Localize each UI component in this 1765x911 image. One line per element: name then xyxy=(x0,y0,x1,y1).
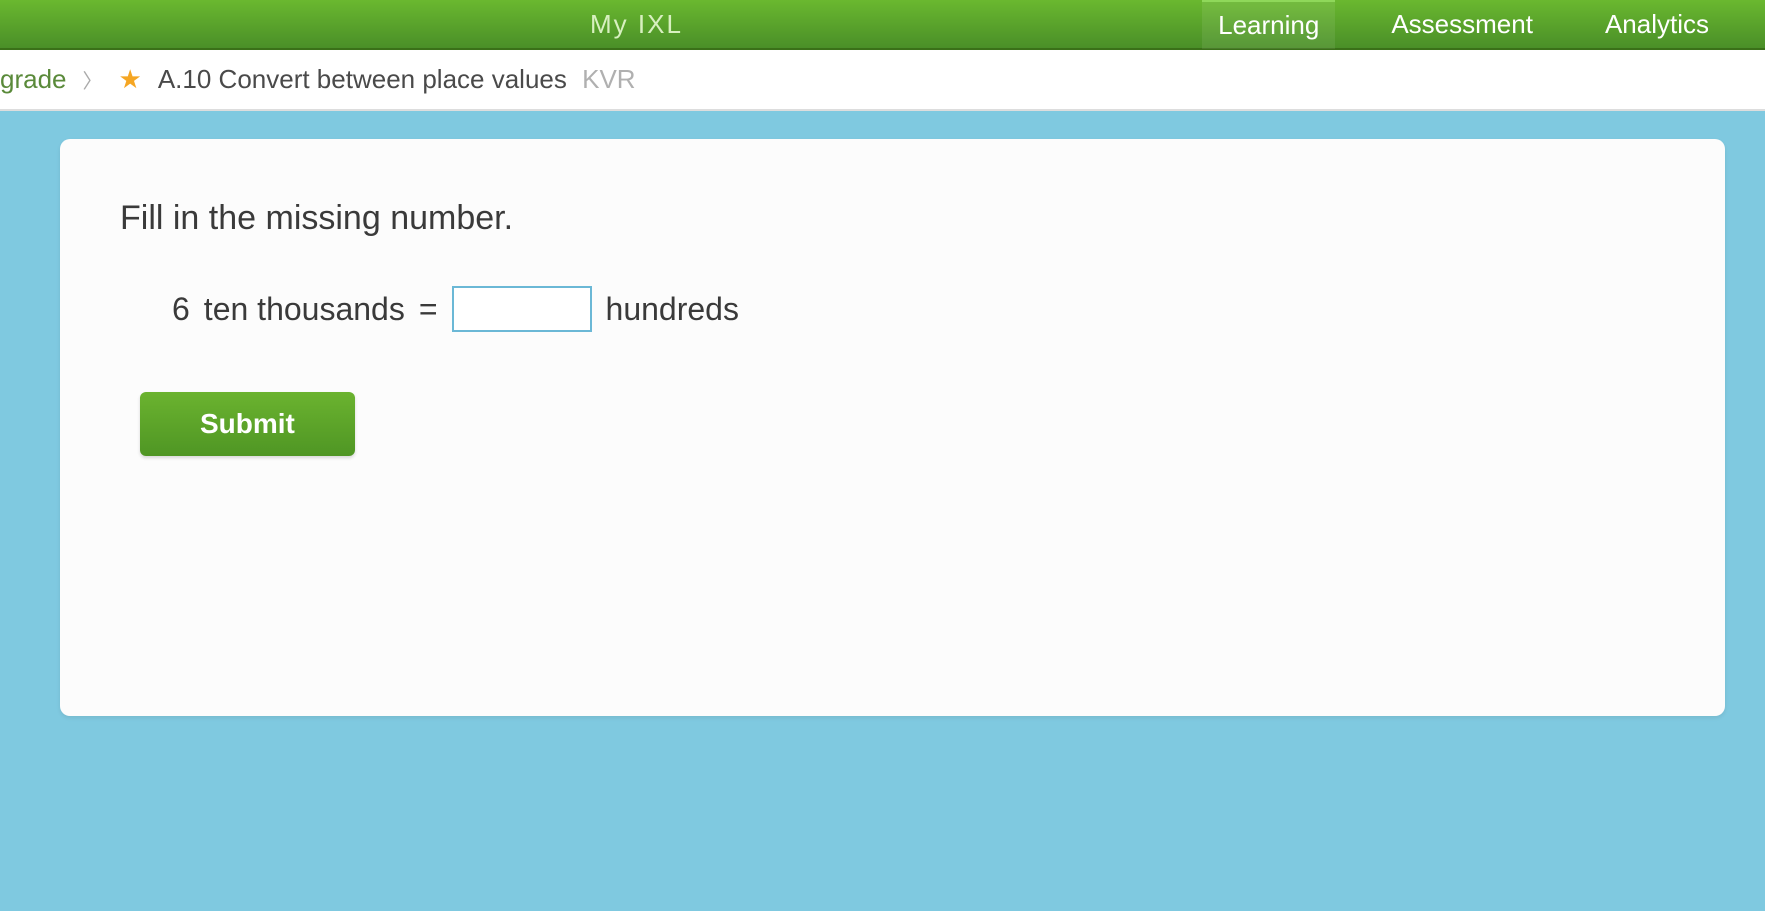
question-prompt: Fill in the missing number. xyxy=(120,199,1665,238)
top-nav: My IXL Learning Assessment Analytics xyxy=(0,0,1765,50)
skill-title: A.10 Convert between place values KVR xyxy=(158,64,636,95)
skill-number: A.10 xyxy=(158,64,212,94)
equation-row: 6 ten thousands = hundreds xyxy=(172,286,1665,332)
chevron-right-icon: 〉 xyxy=(83,65,103,94)
nav-tab-assessment[interactable]: Assessment xyxy=(1375,1,1549,48)
answer-input[interactable] xyxy=(452,286,592,332)
right-unit: hundreds xyxy=(606,291,739,328)
nav-tab-analytics[interactable]: Analytics xyxy=(1589,1,1725,48)
star-icon[interactable]: ★ xyxy=(119,64,142,95)
skill-code: KVR xyxy=(582,64,635,94)
question-card: Fill in the missing number. 6 ten thousa… xyxy=(60,139,1725,716)
brand-label: My IXL xyxy=(590,9,683,40)
submit-button[interactable]: Submit xyxy=(140,392,355,456)
content-area: Fill in the missing number. 6 ten thousa… xyxy=(0,111,1765,911)
breadcrumb-grade[interactable]: grade xyxy=(0,64,67,95)
equals-sign: = xyxy=(419,291,438,328)
left-quantity: 6 xyxy=(172,291,190,328)
skill-name: Convert between place values xyxy=(219,64,567,94)
left-unit: ten thousands xyxy=(204,291,405,328)
breadcrumb: grade 〉 ★ A.10 Convert between place val… xyxy=(0,50,1765,111)
nav-tab-learning[interactable]: Learning xyxy=(1202,0,1335,49)
